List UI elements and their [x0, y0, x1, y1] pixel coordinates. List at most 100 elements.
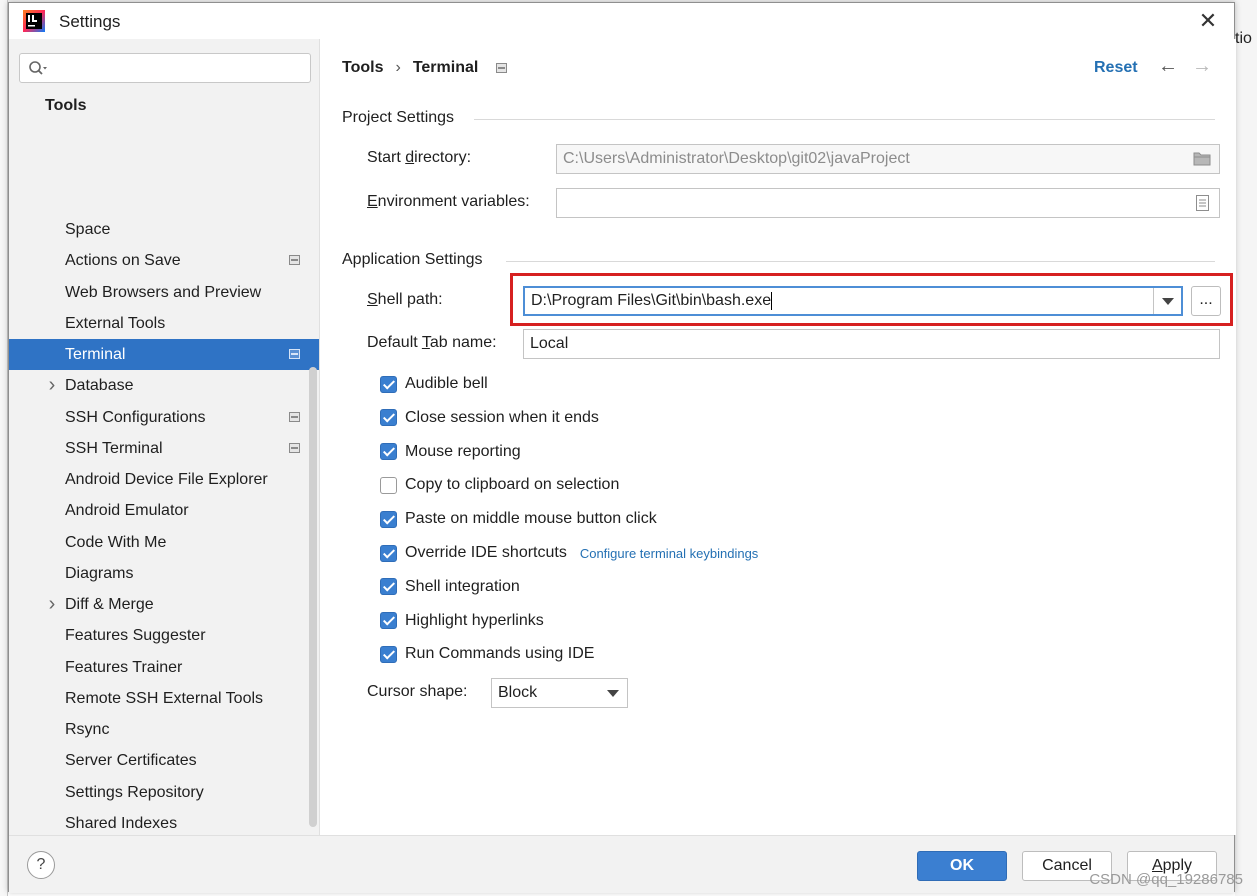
checkbox-row[interactable]: Audible bell [380, 372, 488, 396]
checkbox-label[interactable]: Override IDE shortcuts [405, 544, 567, 562]
sidebar-item-label: Code With Me [65, 533, 167, 551]
sidebar-item[interactable]: SSH Terminal [9, 433, 319, 464]
sidebar-item[interactable]: SSH Configurations [9, 402, 319, 433]
sidebar-item[interactable]: Code With Me [9, 527, 319, 558]
checkbox-row[interactable]: Mouse reporting [380, 440, 521, 464]
checkbox-row[interactable]: Highlight hyperlinks [380, 609, 544, 633]
checkbox-label[interactable]: Close session when it ends [405, 409, 599, 427]
breadcrumb: Tools › Terminal [342, 59, 508, 77]
reset-link[interactable]: Reset [1094, 59, 1138, 77]
checkbox-checked[interactable] [380, 443, 397, 461]
checkbox-label[interactable]: Copy to clipboard on selection [405, 476, 619, 494]
sidebar-item[interactable]: Diagrams [9, 558, 319, 589]
default-tab-name-label: Default Tab name: [367, 334, 497, 351]
sidebar-item[interactable]: › Database [9, 370, 319, 401]
settings-search-input[interactable] [19, 53, 311, 83]
document-icon[interactable] [1196, 195, 1209, 211]
sidebar-item[interactable]: Android Device File Explorer [9, 464, 319, 495]
settings-dialog: Settings ✕ Tools Space Actions on Save Web… [8, 2, 1236, 893]
intellij-app-icon [23, 10, 45, 32]
back-arrow-icon[interactable]: ← [1158, 55, 1178, 78]
settings-sidebar: Tools Space Actions on Save Web Browsers a… [9, 39, 320, 835]
application-settings-title: Application Settings [342, 251, 483, 268]
configure-keybindings-link[interactable]: Configure terminal keybindings [580, 546, 758, 561]
sidebar-item[interactable]: Settings Repository [9, 777, 319, 808]
chevron-right-icon[interactable]: › [45, 589, 59, 620]
project-level-icon [289, 442, 300, 453]
checkbox-checked[interactable] [380, 612, 397, 630]
sidebar-item-label: Features Trainer [65, 658, 183, 676]
sidebar-item[interactable]: Remote SSH External Tools [9, 683, 319, 714]
start-directory-field[interactable]: C:\Users\Administrator\Desktop\git02\jav… [556, 144, 1220, 174]
chevron-down-icon [607, 690, 619, 697]
checkbox-unchecked[interactable] [380, 476, 397, 494]
forward-arrow-icon[interactable]: → [1192, 55, 1212, 78]
shell-path-combobox[interactable]: D:\Program Files\Git\bin\bash.exe [523, 286, 1183, 316]
checkbox-label[interactable]: Shell integration [405, 578, 520, 596]
checkbox-checked[interactable] [380, 645, 397, 663]
browse-button[interactable]: ... [1191, 286, 1221, 316]
environment-variables-field[interactable] [556, 188, 1220, 218]
checkbox-checked[interactable] [380, 409, 397, 427]
checkbox-label[interactable]: Run Commands using IDE [405, 645, 594, 663]
sidebar-item-label: Web Browsers and Preview [65, 283, 262, 301]
shell-path-label: Shell path: [367, 291, 443, 308]
start-directory-label: Start directory: [367, 149, 472, 166]
window-title: Settings [59, 12, 121, 31]
sidebar-item[interactable]: Web Browsers and Preview [9, 277, 319, 308]
sidebar-item[interactable]: External Tools [9, 308, 319, 339]
checkbox-label[interactable]: Paste on middle mouse button click [405, 510, 657, 528]
project-level-icon [289, 411, 300, 422]
background-app-left [0, 0, 8, 896]
sidebar-item-label: Space [65, 221, 111, 238]
checkbox-row[interactable]: Close session when it ends [380, 406, 599, 430]
checkbox-checked[interactable] [380, 375, 397, 393]
sidebar-item-label: Android Device File Explorer [65, 471, 268, 488]
project-level-icon [289, 349, 300, 359]
default-tab-name-field[interactable]: Local [523, 329, 1220, 359]
checkbox-checked[interactable] [380, 544, 397, 562]
sidebar-item-label: Server Certificates [65, 752, 197, 770]
checkbox-checked[interactable] [380, 510, 397, 528]
sidebar-item[interactable]: Server Certificates [9, 745, 319, 776]
sidebar-item[interactable]: Features Suggester [9, 620, 319, 651]
sidebar-item[interactable]: Actions on Save [9, 245, 319, 276]
dialog-footer: ? OK Cancel Apply [9, 835, 1234, 893]
checkbox-label[interactable]: Mouse reporting [405, 443, 521, 461]
project-settings-title: Project Settings [342, 109, 455, 126]
ok-button[interactable]: OK [917, 851, 1007, 881]
chevron-right-icon[interactable]: › [45, 370, 59, 401]
checkbox-row[interactable]: Copy to clipboard on selection [380, 473, 619, 497]
checkbox-checked[interactable] [380, 578, 397, 596]
sidebar-item-label: Remote SSH External Tools [65, 689, 264, 707]
sidebar-item[interactable]: › Diff & Merge [9, 589, 319, 620]
help-button[interactable]: ? [27, 851, 55, 879]
sidebar-item[interactable]: Terminal [9, 339, 319, 370]
watermark: CSDN @qq_19286785 [1089, 871, 1243, 888]
cursor-shape-select[interactable]: Block [491, 678, 628, 708]
environment-variables-label: Environment variables: [367, 193, 530, 210]
sidebar-item[interactable]: Shared Indexes [9, 808, 319, 835]
sidebar-item-label: Diff & Merge [65, 596, 154, 613]
sidebar-item-label: Android Emulator [65, 502, 189, 520]
checkbox-row[interactable]: Run Commands using IDE [380, 642, 594, 666]
sidebar-scrollbar[interactable] [309, 367, 317, 827]
checkbox-row[interactable]: Override IDE shortcuts Configure terminal… [380, 541, 758, 565]
sidebar-item[interactable]: Space [9, 214, 319, 245]
close-icon[interactable]: ✕ [1196, 9, 1220, 33]
shell-path-dropdown-button[interactable] [1153, 288, 1181, 314]
sidebar-item-label: Diagrams [65, 564, 134, 582]
checkbox-row[interactable]: Paste on middle mouse button click [380, 507, 657, 531]
settings-content: Tools › Terminal Reset ← → Project Setti… [320, 39, 1236, 835]
sidebar-item[interactable]: Android Emulator [9, 495, 319, 526]
background-text-fragment: tio [1235, 30, 1252, 47]
checkbox-row[interactable]: Shell integration [380, 575, 520, 599]
folder-icon[interactable] [1193, 151, 1211, 166]
sidebar-item[interactable]: Features Trainer [9, 652, 319, 683]
sidebar-item[interactable]: Rsync [9, 714, 319, 745]
search-icon [29, 61, 47, 75]
sidebar-heading-tools[interactable]: Tools [45, 97, 86, 115]
breadcrumb-current: Terminal [412, 59, 479, 76]
checkbox-label[interactable]: Audible bell [405, 375, 488, 393]
checkbox-label[interactable]: Highlight hyperlinks [405, 612, 544, 630]
